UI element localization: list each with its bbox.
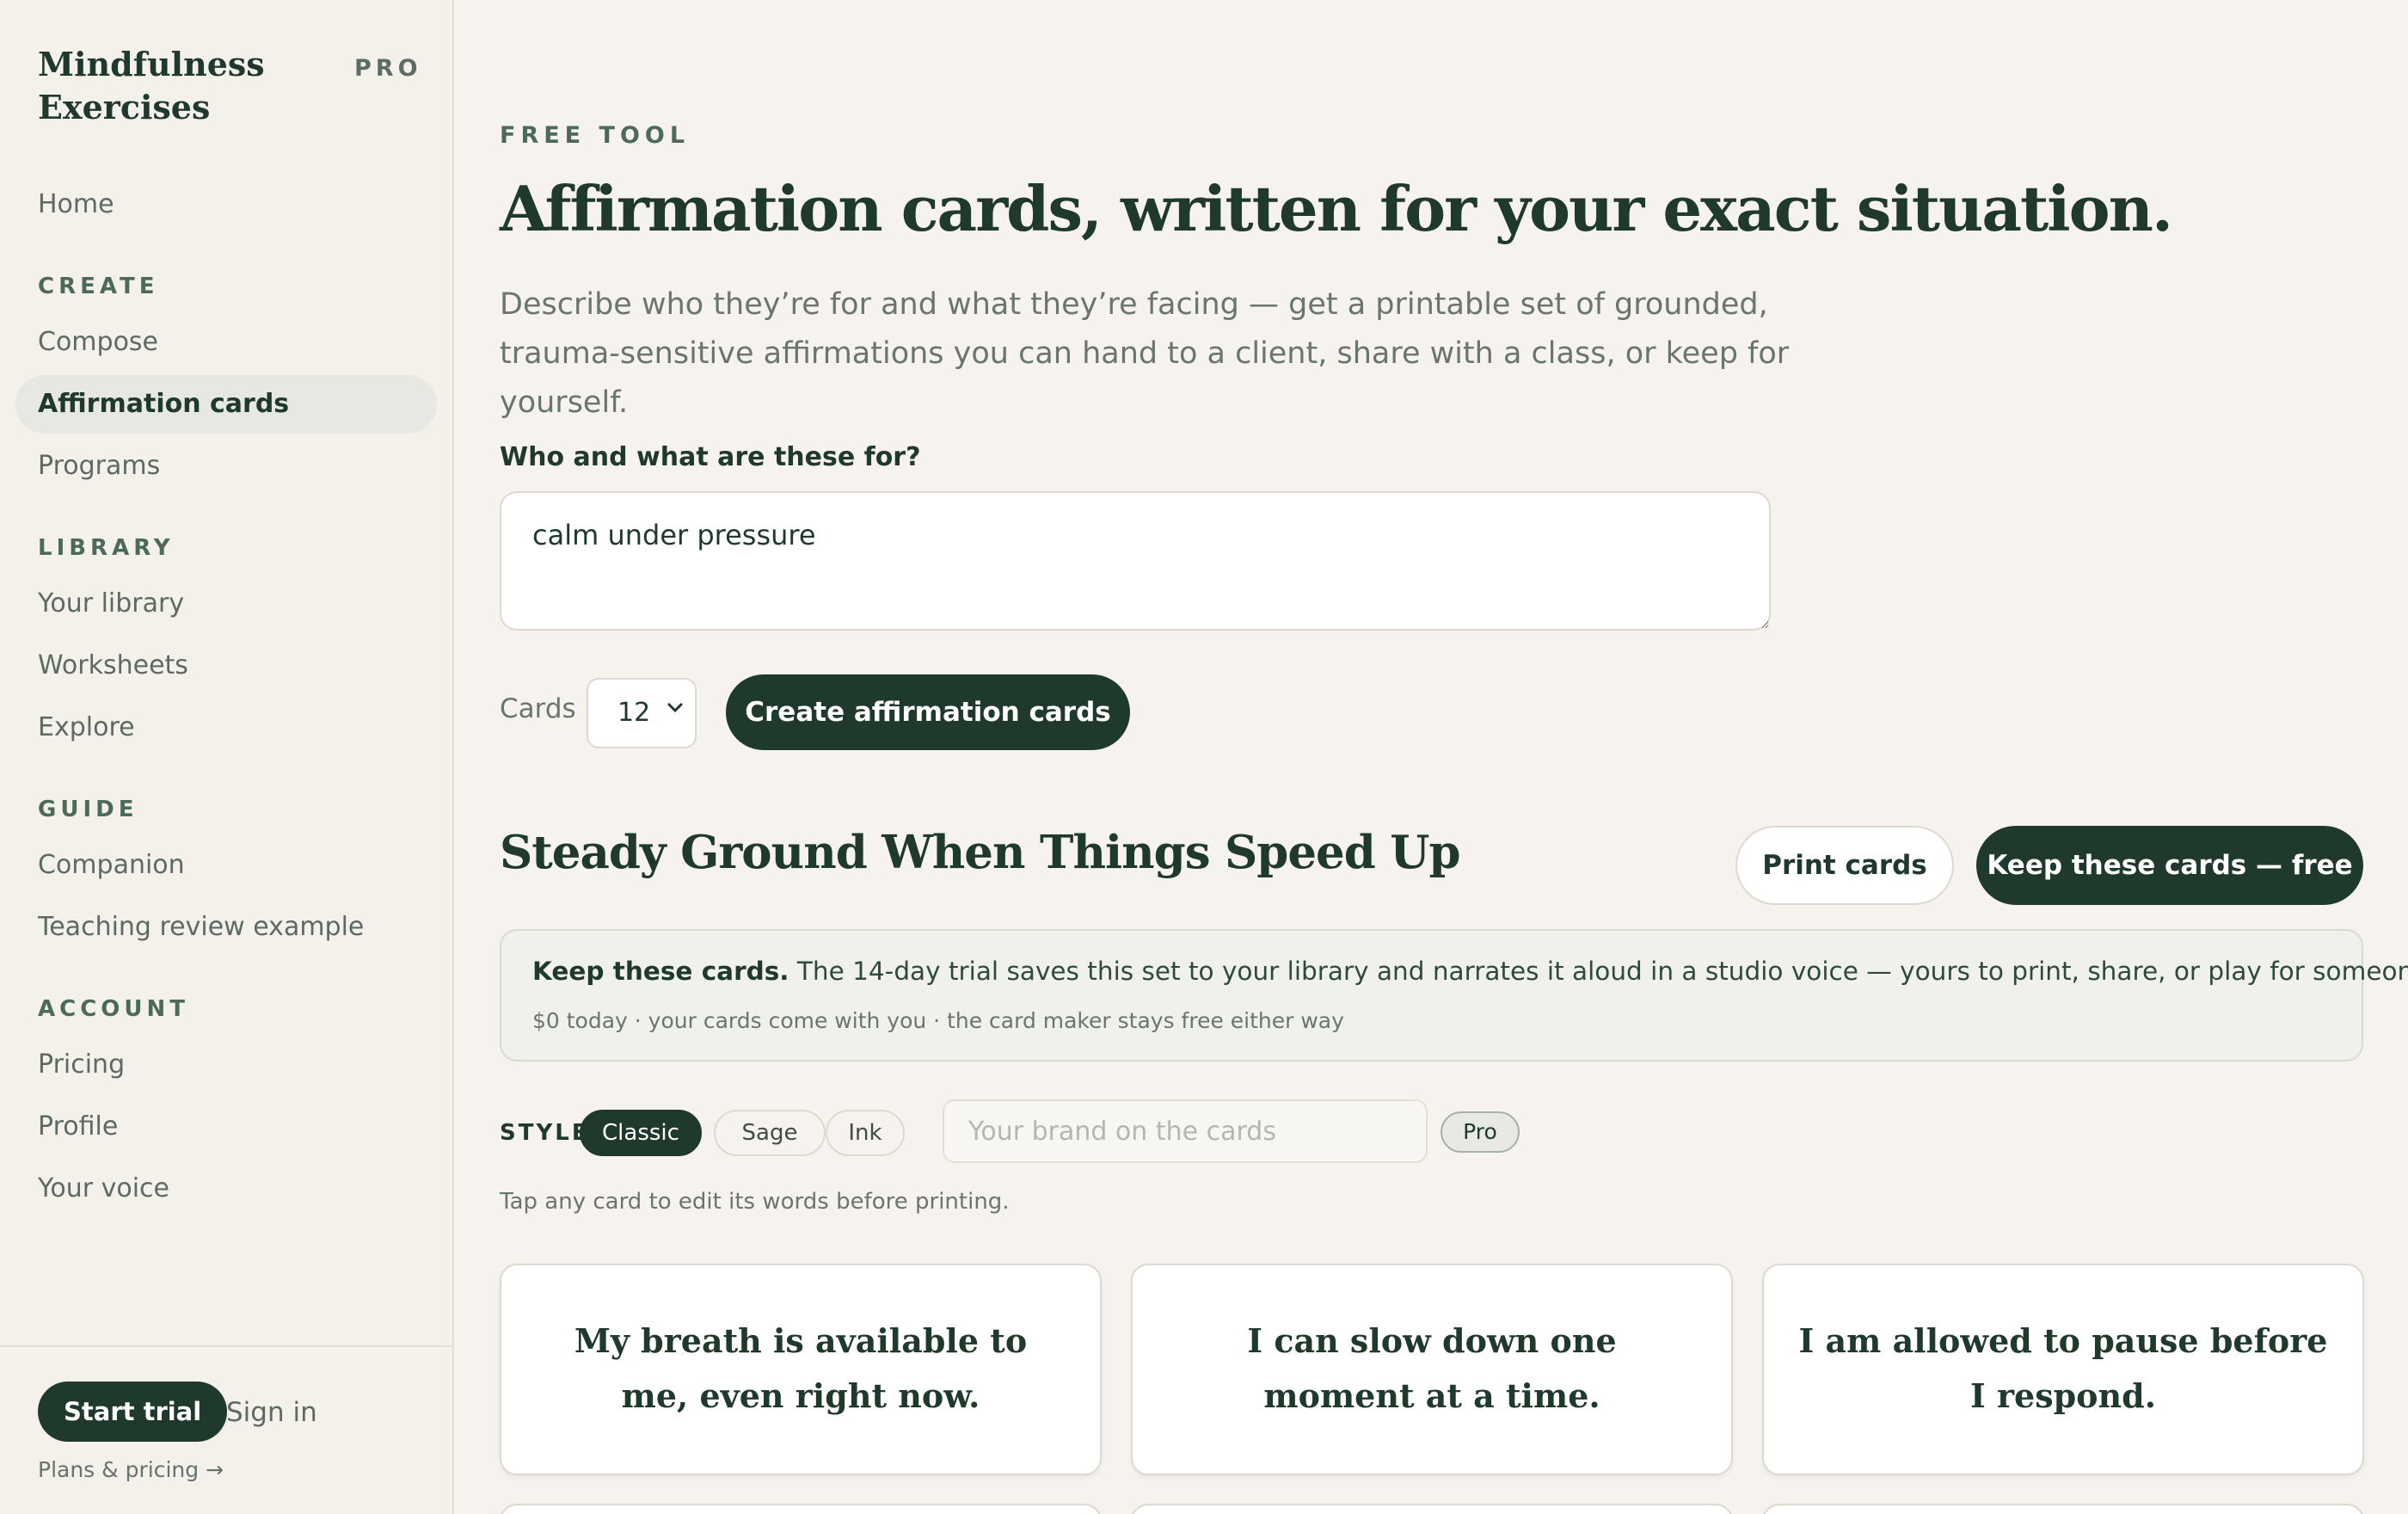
sidebar-section-guide: GUIDE	[38, 797, 138, 822]
edit-hint: Tap any card to edit its words before pr…	[500, 1189, 1010, 1215]
affirmation-card-partial[interactable]	[1131, 1504, 1733, 1514]
style-chip-classic[interactable]: Classic	[580, 1110, 702, 1156]
cards-count-label: Cards	[500, 693, 576, 724]
page-title: Affirmation cards, written for your exac…	[500, 172, 2173, 245]
affirmation-text: I am allowed to pause before I respond.	[1798, 1321, 2328, 1415]
card-set-title: Steady Ground When Things Speed Up	[500, 826, 1461, 879]
style-label: STYLE	[500, 1120, 590, 1146]
sidebar-item-affirmation-cards[interactable]: Affirmation cards	[15, 375, 437, 434]
style-chip-sage[interactable]: Sage	[714, 1110, 826, 1156]
affirmation-card[interactable]: I am allowed to pause before I respond.	[1762, 1264, 2364, 1475]
print-cards-button[interactable]: Print cards	[1735, 826, 1954, 905]
page-subtitle: Describe who they’re for and what they’r…	[500, 287, 1790, 420]
style-chip-ink[interactable]: Ink	[826, 1110, 905, 1156]
keep-cards-notice: Keep these cards. The 14-day trial saves…	[500, 929, 2408, 1062]
keep-notice-bold: Keep these cards.	[532, 957, 789, 986]
sidebar-item-explore[interactable]: Explore	[15, 699, 437, 757]
brand-logo[interactable]: Mindfulness Exercises	[38, 43, 296, 129]
keep-notice-body: The 14-day trial saves this set to your …	[789, 957, 2408, 986]
sidebar-item-your-library[interactable]: Your library	[15, 575, 437, 633]
pro-badge: Pro	[1440, 1111, 1520, 1153]
start-trial-button[interactable]: Start trial	[38, 1382, 228, 1442]
keep-notice-text: Keep these cards. The 14-day trial saves…	[532, 957, 2408, 986]
situation-label: Who and what are these for?	[500, 442, 921, 472]
affirmation-card-partial[interactable]	[1762, 1504, 2364, 1514]
pro-tag: PRO	[354, 55, 422, 82]
sidebar-item-worksheets[interactable]: Worksheets	[15, 637, 437, 695]
affirmation-card[interactable]: My breath is available to me, even right…	[500, 1264, 1102, 1475]
keep-cards-button[interactable]: Keep these cards — free	[1976, 826, 2363, 905]
sidebar-item-teaching-review[interactable]: Teaching review example	[15, 898, 437, 957]
affirmation-text: My breath is available to me, even right…	[574, 1321, 1028, 1415]
brand-input[interactable]	[943, 1099, 1428, 1163]
sidebar-item-home[interactable]: Home	[15, 175, 437, 234]
cards-count-value: 12	[617, 698, 651, 728]
sign-in-link[interactable]: Sign in	[226, 1397, 317, 1428]
eyebrow-label: FREE TOOL	[500, 122, 691, 149]
plans-pricing-link[interactable]: Plans & pricing →	[38, 1457, 224, 1482]
sidebar-item-pricing[interactable]: Pricing	[15, 1036, 437, 1094]
situation-input[interactable]	[500, 491, 1771, 631]
sidebar-item-compose[interactable]: Compose	[15, 313, 437, 372]
affirmation-text: I can slow down one moment at a time.	[1247, 1321, 1617, 1415]
sidebar-item-your-voice[interactable]: Your voice	[15, 1160, 437, 1218]
sidebar-footer: Start trial Sign in Plans & pricing →	[0, 1345, 452, 1514]
sidebar-item-programs[interactable]: Programs	[15, 437, 437, 495]
sidebar-section-account: ACCOUNT	[38, 996, 189, 1022]
chevron-down-icon	[666, 699, 685, 723]
sidebar-item-profile[interactable]: Profile	[15, 1098, 437, 1156]
sidebar-item-companion[interactable]: Companion	[15, 836, 437, 895]
keep-notice-sub: $0 today · your cards come with you · th…	[532, 1008, 1344, 1033]
sidebar-section-create: CREATE	[38, 274, 159, 299]
sidebar-section-library: LIBRARY	[38, 535, 175, 561]
sidebar: Mindfulness Exercises PRO Home CREATE Co…	[0, 0, 454, 1514]
affirmation-card-partial[interactable]	[500, 1504, 1102, 1514]
create-cards-button[interactable]: Create affirmation cards	[726, 674, 1130, 750]
affirmation-card[interactable]: I can slow down one moment at a time.	[1131, 1264, 1733, 1475]
